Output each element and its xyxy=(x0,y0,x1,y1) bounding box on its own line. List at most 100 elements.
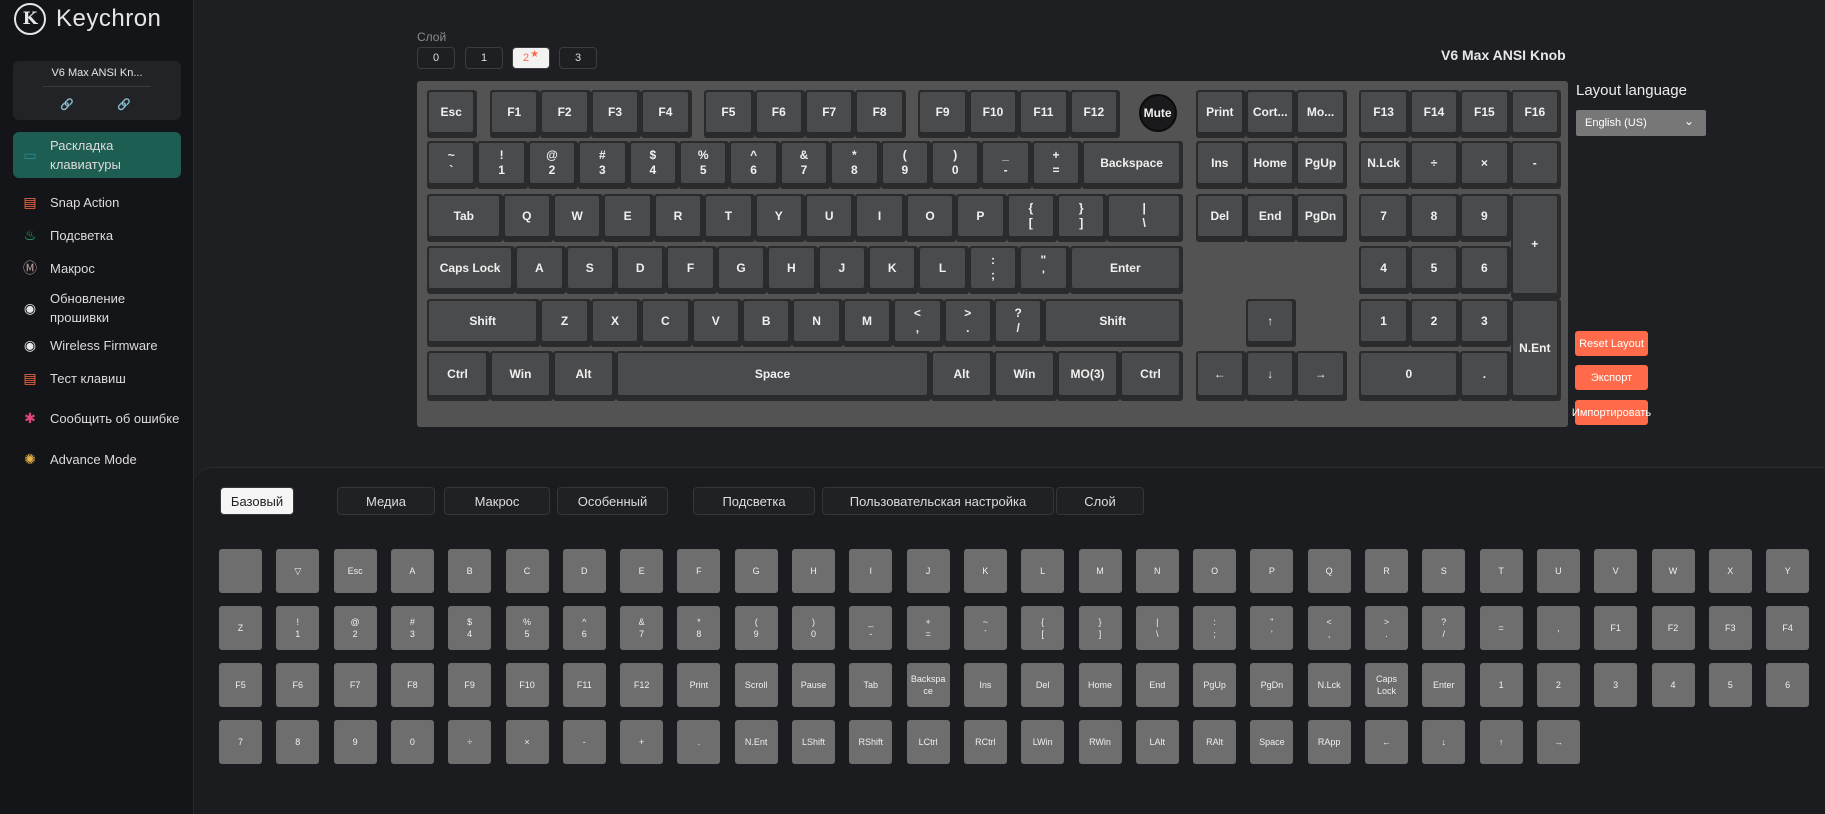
key[interactable]: F4 xyxy=(641,90,692,138)
keycode-key[interactable]: RShift xyxy=(849,720,893,764)
key[interactable]: Print xyxy=(1195,90,1246,138)
nav-test[interactable]: ▤ Тест клавиш xyxy=(13,365,181,391)
key[interactable]: End xyxy=(1246,194,1297,242)
keycode-key[interactable]: ÷ xyxy=(448,720,492,764)
keycode-key[interactable]: Ins xyxy=(963,663,1007,707)
keycode-key[interactable]: (9 xyxy=(734,606,778,650)
key[interactable]: H xyxy=(767,246,818,294)
tab-0[interactable]: Базовый xyxy=(220,487,294,515)
keycode-key[interactable]: M xyxy=(1078,549,1122,593)
keycode-key[interactable]: N.Ent xyxy=(734,720,778,764)
keycode-key[interactable]: ▽ xyxy=(276,549,320,593)
key[interactable]: :; xyxy=(968,246,1020,294)
key[interactable]: ↓ xyxy=(1246,351,1297,401)
key[interactable]: Alt xyxy=(553,351,616,401)
key[interactable]: S xyxy=(565,246,616,294)
key[interactable]: A xyxy=(515,246,566,294)
keycode-key[interactable]: LShift xyxy=(792,720,835,764)
keycode-key[interactable]: <, xyxy=(1307,606,1351,650)
key[interactable]: F2 xyxy=(540,90,591,138)
key[interactable]: Shift xyxy=(1044,299,1183,347)
key[interactable]: Win xyxy=(490,351,553,401)
keycode-key[interactable]: T xyxy=(1479,549,1523,593)
keycode-key[interactable]: Caps Lock xyxy=(1365,663,1408,707)
keycode-key[interactable]: LWin xyxy=(1021,720,1065,764)
key[interactable]: F1 xyxy=(490,90,541,138)
tab-6[interactable]: Слой xyxy=(1056,487,1144,515)
keycode-key[interactable]: I xyxy=(849,549,893,593)
keycode-key[interactable]: E xyxy=(620,549,664,593)
link-icon[interactable]: 🔗 xyxy=(60,98,74,111)
key[interactable]: 9 xyxy=(1460,194,1511,242)
keycode-key[interactable]: F11 xyxy=(562,663,606,707)
key[interactable]: J xyxy=(817,246,868,294)
keycode-key[interactable]: B xyxy=(448,549,492,593)
keycode-key[interactable]: " ' xyxy=(1250,606,1294,650)
key[interactable]: 1 xyxy=(1359,299,1410,347)
key[interactable]: Esc xyxy=(427,90,478,138)
keycode-key[interactable]: D xyxy=(562,549,606,593)
key[interactable]: 0 xyxy=(1359,351,1461,401)
key[interactable]: + xyxy=(1510,194,1561,299)
keycode-key[interactable]: Q xyxy=(1307,549,1351,593)
keycode-key[interactable]: ! 1 xyxy=(276,606,320,650)
key[interactable]: Alt xyxy=(931,351,994,401)
keycode-key[interactable]: C xyxy=(505,549,549,593)
key[interactable]: #3 xyxy=(578,141,629,189)
keycode-key[interactable]: PgDn xyxy=(1250,663,1294,707)
keycode-key[interactable]: Backspa ce xyxy=(906,663,950,707)
keycode-key[interactable]: % 5 xyxy=(505,606,549,650)
key[interactable]: L xyxy=(918,246,969,294)
keycode-key[interactable]: 3 xyxy=(1594,663,1638,707)
key[interactable]: I xyxy=(855,194,906,242)
keycode-key[interactable]: = xyxy=(1479,606,1523,650)
key[interactable]: O xyxy=(905,194,957,242)
keycode-key[interactable]: Scroll xyxy=(734,663,778,707)
nav-bulb[interactable]: ♨ Подсветка xyxy=(13,222,181,248)
keycode-key[interactable]: ↑ xyxy=(1479,720,1523,764)
key[interactable]: F3 xyxy=(590,90,642,138)
key[interactable]: 4 xyxy=(1359,246,1410,294)
nav-gear[interactable]: ✺ Advance Mode xyxy=(13,446,181,472)
keycode-key[interactable]: Home xyxy=(1078,663,1122,707)
key[interactable]: ) 0 xyxy=(931,141,982,189)
key[interactable]: ← xyxy=(1195,351,1246,401)
keycode-key[interactable]: F12 xyxy=(620,663,664,707)
keycode-key[interactable]: ? / xyxy=(1422,606,1466,650)
key[interactable]: N.Ent xyxy=(1510,299,1561,401)
keycode-key[interactable]: F8 xyxy=(390,663,434,707)
key[interactable]: N.Lck xyxy=(1359,141,1410,189)
keycode-key[interactable]: 0 xyxy=(390,720,434,764)
key[interactable]: F9 xyxy=(918,90,969,138)
key[interactable]: Ctrl xyxy=(427,351,490,401)
keycode-key[interactable]: F5 xyxy=(219,663,262,707)
key[interactable]: F xyxy=(666,246,717,294)
keycode-key[interactable]: Tab xyxy=(849,663,893,707)
keycode-key[interactable]: + xyxy=(620,720,664,764)
keycode-key[interactable]: N xyxy=(1135,549,1179,593)
keycode-key[interactable]: N.Lck xyxy=(1307,663,1351,707)
keycode-key[interactable]: F1 xyxy=(1594,606,1638,650)
key[interactable]: ~ ` xyxy=(427,141,478,189)
key[interactable]: F15 xyxy=(1460,90,1511,138)
keycode-key[interactable]: - xyxy=(562,720,606,764)
keycode-key[interactable]: @2 xyxy=(333,606,377,650)
key[interactable]: F12 xyxy=(1069,90,1120,138)
key[interactable]: " ' xyxy=(1019,246,1070,294)
keycode-key[interactable]: F6 xyxy=(276,663,320,707)
key[interactable]: → xyxy=(1296,351,1347,401)
keycode-key[interactable]: F2 xyxy=(1651,606,1695,650)
keycode-key[interactable]: K xyxy=(963,549,1007,593)
key[interactable]: & 7 xyxy=(779,141,831,189)
key[interactable]: Home xyxy=(1246,141,1297,189)
keycode-key[interactable]: U xyxy=(1536,549,1580,593)
keycode-key[interactable]: G xyxy=(734,549,778,593)
keycode-key[interactable]: S xyxy=(1422,549,1466,593)
key[interactable]: ↑ xyxy=(1246,299,1297,347)
key[interactable]: T xyxy=(704,194,755,242)
keycode-key[interactable]: X xyxy=(1708,549,1752,593)
keycode-key[interactable]: 8 xyxy=(276,720,320,764)
key[interactable]: (9 xyxy=(880,141,931,189)
tab-3[interactable]: Особенный xyxy=(557,487,668,515)
keycode-key[interactable]: ^ 6 xyxy=(562,606,606,650)
